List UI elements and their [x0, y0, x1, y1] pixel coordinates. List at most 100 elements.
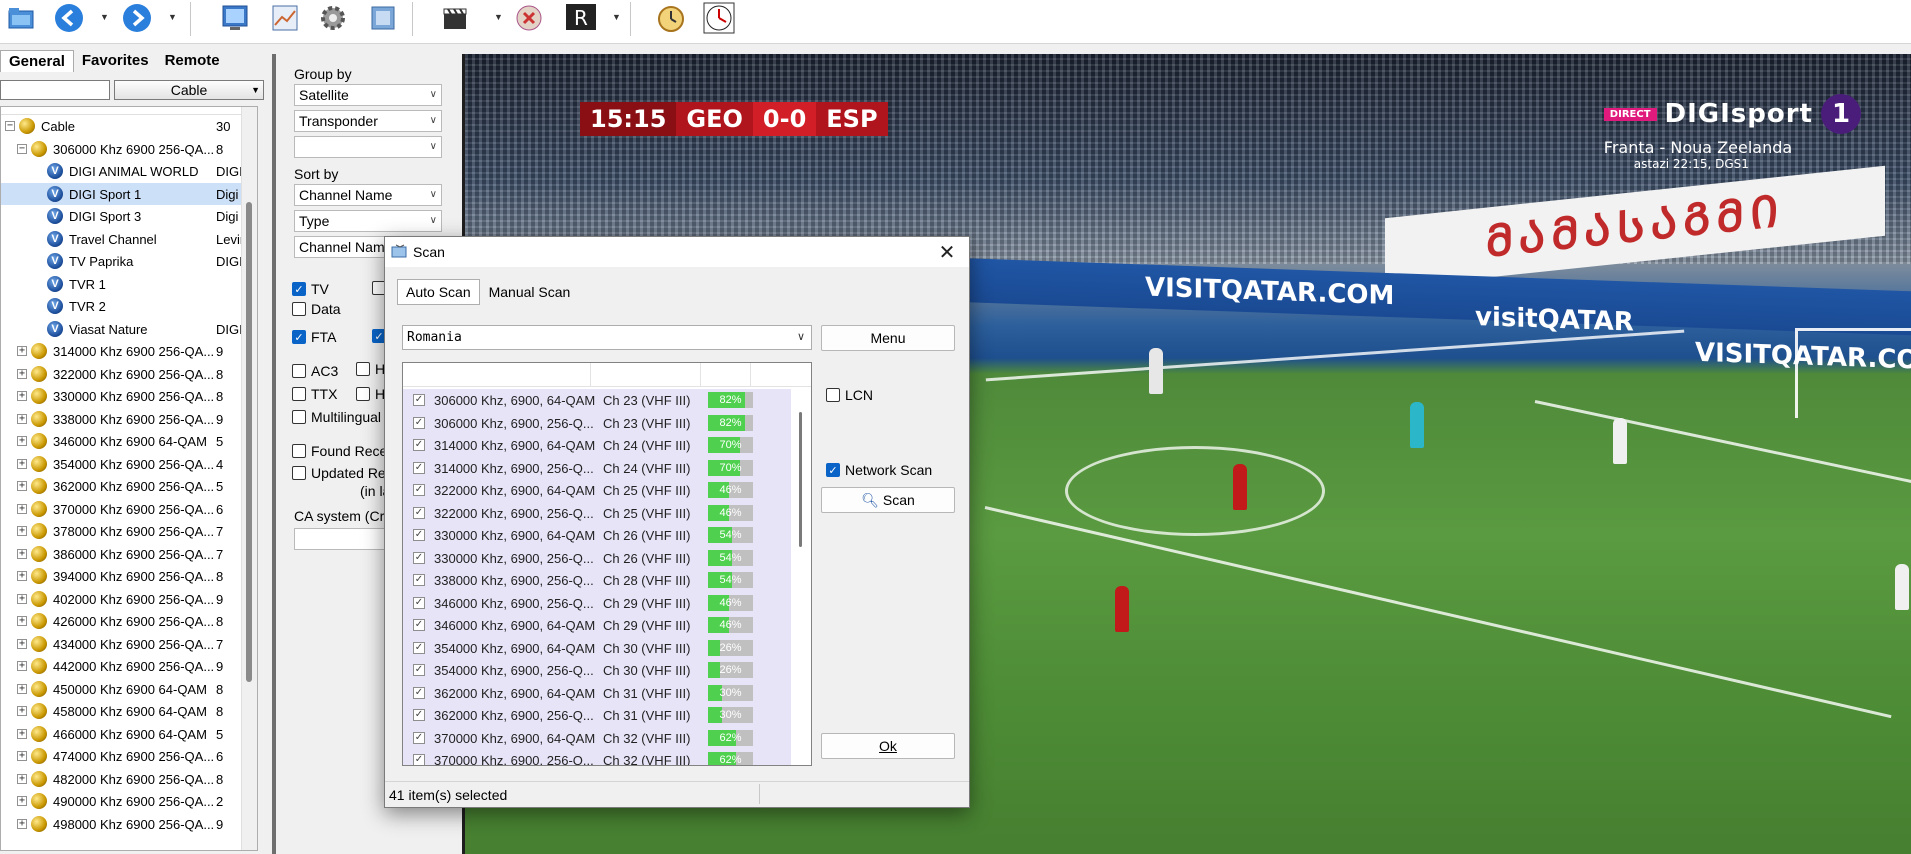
transponder-group-item[interactable]: +322000 Khz 6900 256-QA... 8	[1, 363, 257, 386]
list-scroll-thumb[interactable]	[799, 412, 802, 547]
timer-icon[interactable]	[652, 0, 690, 36]
transponder-group-item[interactable]: +370000 Khz 6900 256-QA... 6	[1, 498, 257, 521]
record-clapper-icon[interactable]	[436, 0, 474, 36]
transponder-group-item[interactable]: +442000 Khz 6900 256-QA... 9	[1, 655, 257, 678]
row-checkbox[interactable]: ✓	[413, 574, 425, 586]
group-by-combo-1[interactable]: Satellite ∨	[294, 84, 442, 106]
transponder-row[interactable]: ✓ 314000 Khz, 6900, 64-QAM Ch 24 (VHF III)…	[403, 434, 791, 457]
transponder-row[interactable]: ✓ 306000 Khz, 6900, 256-Q... Ch 23 (VHF II…	[403, 411, 791, 434]
multilingual-checkbox[interactable]: Multilingual	[292, 409, 381, 425]
updated-recently-checkbox[interactable]: Updated Rec	[292, 465, 393, 481]
tree-scrollbar[interactable]	[241, 107, 257, 850]
tab-general[interactable]: General	[0, 50, 74, 72]
row-checkbox[interactable]: ✓	[413, 394, 425, 406]
transponder-group-item[interactable]: +490000 Khz 6900 256-QA... 2	[1, 790, 257, 813]
expand-icon[interactable]: +	[17, 706, 27, 716]
country-select[interactable]: Romania ∨	[402, 325, 812, 350]
expand-icon[interactable]: +	[17, 571, 27, 581]
ac3-checkbox[interactable]: AC3	[292, 363, 338, 379]
expand-icon[interactable]: +	[17, 458, 27, 469]
settings-gear-icon[interactable]	[314, 0, 352, 36]
group-by-combo-2[interactable]: Transponder ∨	[294, 110, 442, 132]
forward-dropdown-icon[interactable]: ▼	[168, 12, 177, 22]
row-checkbox[interactable]: ✓	[413, 484, 425, 496]
expand-icon[interactable]: +	[17, 638, 27, 649]
transponder-row[interactable]: ✓ 362000 Khz, 6900, 64-QAM Ch 31 (VHF III)…	[403, 681, 791, 704]
channel-item[interactable]: V TV Paprika DIGI	[1, 250, 257, 273]
transponder-group-item[interactable]: +394000 Khz 6900 256-QA... 8	[1, 565, 257, 588]
expand-icon[interactable]: +	[17, 548, 27, 559]
transponder-list[interactable]: ✓ 306000 Khz, 6900, 64-QAM Ch 23 (VHF III)…	[402, 362, 812, 766]
row-checkbox[interactable]: ✓	[413, 551, 425, 564]
transponder-group-item[interactable]: +330000 Khz 6900 256-QA... 8	[1, 385, 257, 408]
scheduler-clock-icon[interactable]	[700, 0, 738, 36]
expand-icon[interactable]: +	[17, 503, 27, 514]
transponder-row[interactable]: ✓ 330000 Khz, 6900, 256-Q... Ch 26 (VHF II…	[403, 546, 791, 569]
transponder-group-item[interactable]: +402000 Khz 6900 256-QA... 9	[1, 588, 257, 611]
group-by-combo-3[interactable]: ∨	[294, 136, 442, 158]
row-checkbox[interactable]: ✓	[413, 529, 425, 541]
transponder-group-item[interactable]: +434000 Khz 6900 256-QA... 7	[1, 633, 257, 656]
expand-icon[interactable]: +	[17, 796, 27, 806]
transponder-row[interactable]: ✓ 322000 Khz, 6900, 64-QAM Ch 25 (VHF III)…	[403, 479, 791, 502]
network-scan-checkbox[interactable]: ✓ Network Scan	[826, 462, 932, 478]
transponder-group-item[interactable]: +354000 Khz 6900 256-QA... 4	[1, 453, 257, 476]
row-checkbox[interactable]: ✓	[413, 416, 425, 429]
transponder-group-item[interactable]: +450000 Khz 6900 64-QAM 8	[1, 678, 257, 701]
remote-dropdown-icon[interactable]: ▼	[612, 12, 621, 22]
transponder-group-item[interactable]: +482000 Khz 6900 256-QA... 8	[1, 768, 257, 791]
dialog-titlebar[interactable]: Scan ✕	[385, 237, 969, 267]
back-dropdown-icon[interactable]: ▼	[100, 12, 109, 22]
tree-scroll-thumb[interactable]	[246, 202, 252, 682]
row-checkbox[interactable]: ✓	[413, 619, 425, 631]
channel-item[interactable]: V TVR 2	[1, 295, 257, 318]
transponder-group-item[interactable]: +466000 Khz 6900 64-QAM 5	[1, 723, 257, 746]
row-checkbox[interactable]: ✓	[413, 461, 425, 474]
tab-favorites[interactable]: Favorites	[74, 50, 157, 72]
remote-r-icon[interactable]: R	[562, 0, 600, 36]
expand-icon[interactable]: +	[17, 413, 27, 424]
monitor-icon[interactable]	[216, 0, 254, 36]
list-header-col[interactable]	[701, 363, 751, 387]
transponder-row[interactable]: ✓ 346000 Khz, 6900, 64-QAM Ch 29 (VHF III)…	[403, 614, 791, 637]
transponder-row[interactable]: ✓ 338000 Khz, 6900, 256-Q... Ch 28 (VHF II…	[403, 569, 791, 592]
expand-icon[interactable]: +	[17, 526, 27, 536]
forward-icon[interactable]	[118, 0, 156, 36]
transponder-group-item[interactable]: +474000 Khz 6900 256-QA... 6	[1, 745, 257, 768]
tv-checkbox[interactable]: ✓ TV	[292, 281, 329, 297]
transponder-row[interactable]: ✓ 330000 Khz, 6900, 64-QAM Ch 26 (VHF III)…	[403, 524, 791, 547]
transponder-row[interactable]: ✓ 314000 Khz, 6900, 256-Q... Ch 24 (VHF II…	[403, 456, 791, 479]
tree-root-item[interactable]: − Cable 30	[1, 115, 257, 138]
row-checkbox[interactable]: ✓	[413, 731, 425, 744]
expand-icon[interactable]: +	[17, 346, 27, 356]
expand-icon[interactable]: +	[17, 751, 27, 761]
channel-item[interactable]: V DIGI Sport 3 Digi	[1, 205, 257, 228]
transponder-group-item[interactable]: +458000 Khz 6900 64-QAM 8	[1, 700, 257, 723]
expand-icon[interactable]: +	[17, 616, 27, 626]
collapse-icon[interactable]: −	[5, 121, 15, 131]
expand-icon[interactable]: +	[17, 368, 27, 379]
source-filter-combo[interactable]: Cable ▼	[114, 80, 264, 100]
close-icon[interactable]: ✕	[935, 240, 959, 265]
ok-button[interactable]: Ok	[821, 733, 955, 759]
sort-by-combo-1[interactable]: Channel Name ∨	[294, 184, 442, 206]
row-checkbox[interactable]: ✓	[413, 664, 425, 676]
row-checkbox[interactable]: ✓	[413, 641, 425, 654]
transponder-group-item[interactable]: +362000 Khz 6900 256-QA... 5	[1, 475, 257, 498]
transponder-group-item[interactable]: +346000 Khz 6900 64-QAM 5	[1, 430, 257, 453]
lcn-checkbox[interactable]: LCN	[826, 387, 873, 403]
open-folder-icon[interactable]	[2, 0, 40, 36]
list-header-col[interactable]	[403, 363, 591, 387]
channel-tree[interactable]: − Cable 30−306000 Khz 6900 256-QA... 8 V DIGI…	[0, 106, 258, 851]
row-checkbox[interactable]: ✓	[413, 439, 425, 451]
transponder-group-item[interactable]: +314000 Khz 6900 256-QA... 9	[1, 340, 257, 363]
filter-input[interactable]	[0, 80, 110, 100]
fta-checkbox[interactable]: ✓ FTA	[292, 329, 336, 345]
expand-icon[interactable]: +	[17, 661, 27, 671]
channel-item[interactable]: V DIGI Sport 1 Digi	[1, 182, 257, 205]
scan-button[interactable]: 🔍︎ Scan	[821, 487, 955, 513]
expand-icon[interactable]: +	[17, 436, 27, 446]
channel-item[interactable]: V DIGI ANIMAL WORLD DIGI '	[1, 160, 257, 183]
expand-icon[interactable]: +	[17, 683, 27, 694]
transponder-row[interactable]: ✓ 362000 Khz, 6900, 256-Q... Ch 31 (VHF II…	[403, 704, 791, 727]
